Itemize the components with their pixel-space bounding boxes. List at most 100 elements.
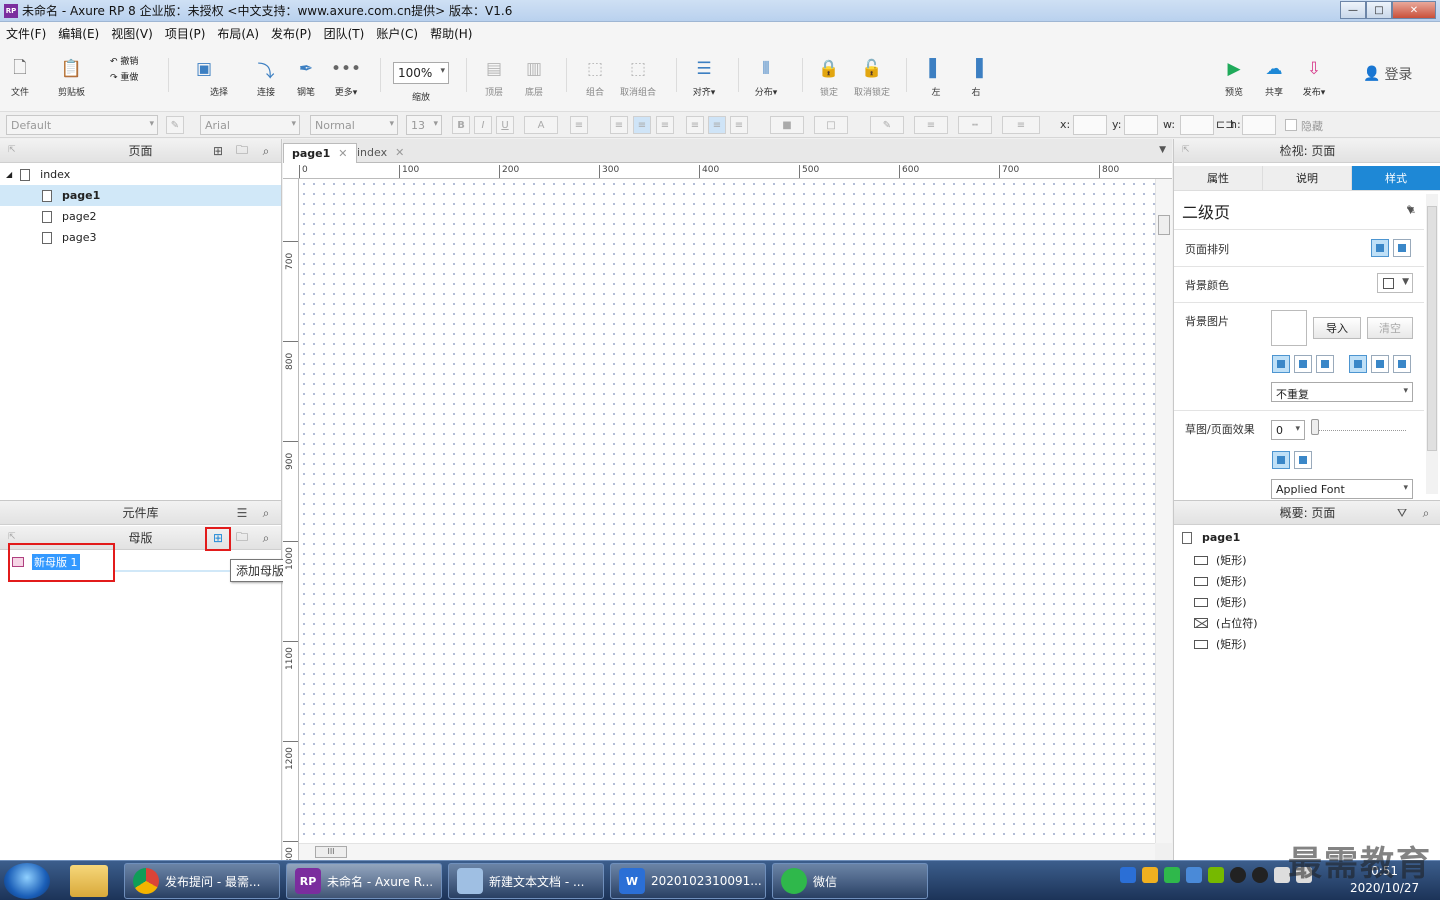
inspector-scrollbar[interactable] [1426, 194, 1438, 494]
menu-account[interactable]: 账户(C) [370, 25, 424, 42]
style-select[interactable]: Default [6, 115, 158, 135]
arrow-style-icon[interactable]: ≡ [1002, 116, 1040, 134]
more-tool[interactable]: ••• 更多▾ [331, 56, 361, 98]
bold-button[interactable]: B [452, 116, 470, 134]
collapse-triangle-icon[interactable]: ◢ [6, 170, 12, 179]
tray-app-icon[interactable] [1142, 867, 1158, 883]
distribute-tool[interactable]: ⦀ 分布▾ [754, 56, 778, 98]
applied-font-select[interactable]: Applied Font [1271, 479, 1413, 499]
line-style-icon[interactable]: ┅ [958, 116, 992, 134]
bg-align-middle-icon[interactable] [1371, 355, 1389, 373]
redo-button[interactable]: ↷ 重做 [110, 70, 138, 86]
shadow-icon[interactable]: □ [814, 116, 848, 134]
style-manager-icon[interactable]: ✎ [166, 116, 184, 134]
menu-publish[interactable]: 发布(P) [265, 25, 318, 42]
vertical-scroll-thumb[interactable] [1158, 215, 1170, 235]
pin-icon[interactable]: ⇱ [8, 145, 16, 155]
font-size-select[interactable]: 13 [406, 115, 442, 135]
ungroup-tool[interactable]: ⬚ 取消组合 [620, 56, 656, 98]
file-explorer-icon[interactable] [70, 865, 108, 897]
page-style-select[interactable]: 二级页 ▼ [1182, 199, 1414, 223]
page-tree-item-page2[interactable]: page2 [0, 206, 281, 227]
outline-item[interactable]: (矩形) [1194, 636, 1247, 652]
italic-button[interactable]: I [474, 116, 492, 134]
align-center-page-icon[interactable] [1393, 239, 1411, 257]
tab-page1[interactable]: page1 ✕ [283, 143, 357, 163]
grayscale-image-icon[interactable] [1294, 451, 1312, 469]
inspector-scroll-thumb[interactable] [1427, 206, 1437, 451]
clear-button[interactable]: 清空 [1367, 317, 1413, 339]
add-folder-icon[interactable]: 🗀 [233, 529, 251, 547]
align-tool[interactable]: ☰ 对齐▾ [692, 56, 716, 98]
page-tree-item-page3[interactable]: page3 [0, 227, 281, 248]
bg-color-picker[interactable]: ▼ [1377, 273, 1413, 293]
pin-icon[interactable]: ⇱ [8, 532, 16, 542]
y-input[interactable] [1124, 115, 1158, 135]
tab-notes[interactable]: 说明 [1263, 166, 1352, 190]
font-family-select[interactable]: Arial [200, 115, 300, 135]
menu-team[interactable]: 团队(T) [318, 25, 371, 42]
qq-icon[interactable] [1252, 867, 1268, 883]
ime-icon[interactable] [1120, 867, 1136, 883]
hide-checkbox[interactable] [1285, 119, 1297, 131]
page-tree-item-page1[interactable]: page1 [0, 185, 281, 206]
bg-align-right-icon[interactable] [1316, 355, 1334, 373]
sketch-value-input[interactable]: 0 [1271, 420, 1305, 440]
text-color-button[interactable]: A [524, 116, 558, 134]
align-right-icon[interactable]: ≡ [656, 116, 674, 134]
bg-repeat-select[interactable]: 不重复 [1271, 382, 1413, 402]
line-width-icon[interactable]: ≡ [914, 116, 948, 134]
start-button[interactable] [4, 863, 50, 899]
outline-item[interactable]: (矩形) [1194, 573, 1247, 589]
close-tab-icon[interactable]: ✕ [395, 146, 404, 160]
w-input[interactable] [1180, 115, 1214, 135]
valign-top-icon[interactable]: ≡ [686, 116, 704, 134]
close-button[interactable]: ✕ [1392, 1, 1436, 19]
x-input[interactable] [1073, 115, 1107, 135]
bullet-list-icon[interactable]: ≡ [570, 116, 588, 134]
valign-middle-icon[interactable]: ≡ [708, 116, 726, 134]
underline-button[interactable]: U [496, 116, 514, 134]
sketch-slider-track[interactable] [1314, 430, 1406, 431]
menu-help[interactable]: 帮助(H) [424, 25, 478, 42]
bg-align-bottom-icon[interactable] [1393, 355, 1411, 373]
pin-icon[interactable]: ⇱ [1182, 145, 1190, 155]
clipboard-tool[interactable]: 📋 剪贴板 [58, 56, 85, 98]
connect-tool[interactable]: ⤵ 连接 [254, 56, 278, 99]
align-left-page-icon[interactable] [1371, 239, 1389, 257]
search-icon[interactable]: ⌕ [257, 142, 275, 160]
group-tool[interactable]: ⬚ 组合 [583, 56, 607, 98]
file-tool[interactable]: 🗋 文件 [8, 56, 32, 99]
color-image-icon[interactable] [1272, 451, 1290, 469]
menu-file[interactable]: 文件(F) [0, 25, 52, 42]
design-canvas[interactable] [299, 179, 1155, 843]
wechat-tray-icon[interactable] [1164, 867, 1180, 883]
zoom-select[interactable]: 100% [393, 62, 449, 84]
outline-item[interactable]: (矩形) [1194, 594, 1247, 610]
bg-align-top-icon[interactable] [1349, 355, 1367, 373]
tab-index[interactable]: index ✕ [349, 143, 412, 163]
valign-bottom-icon[interactable]: ≡ [730, 116, 748, 134]
line-color-icon[interactable]: ✎ [870, 116, 904, 134]
shield-icon[interactable] [1186, 867, 1202, 883]
outline-item[interactable]: (矩形) [1194, 552, 1247, 568]
fill-color-icon[interactable]: ■ [770, 116, 804, 134]
bg-align-left-icon[interactable] [1272, 355, 1290, 373]
minimize-button[interactable]: — [1340, 1, 1366, 19]
menu-edit[interactable]: 编辑(E) [52, 25, 105, 42]
taskbar-notepad[interactable]: 新建文本文档 - ... [448, 863, 604, 899]
page-tree-item-index[interactable]: ◢ index [0, 164, 281, 185]
close-tab-icon[interactable]: ✕ [338, 147, 347, 160]
nvidia-icon[interactable] [1208, 867, 1224, 883]
login-button[interactable]: 👤 登录 [1363, 64, 1412, 84]
search-icon[interactable]: ⌕ [1417, 504, 1435, 522]
sketch-slider-handle[interactable] [1311, 419, 1319, 435]
send-bottom-tool[interactable]: ▥ 底层 [522, 56, 546, 98]
add-page-icon[interactable]: ⊞ [209, 142, 227, 160]
search-icon[interactable]: ⌕ [257, 529, 275, 547]
import-button[interactable]: 导入 [1313, 317, 1361, 339]
right-panel-toggle[interactable]: ▐ 右 [964, 56, 988, 98]
taskbar-chrome[interactable]: 发布提问 - 最需... [124, 863, 280, 899]
canvas-horizontal-scrollbar[interactable]: III [299, 843, 1155, 860]
font-weight-select[interactable]: Normal [310, 115, 398, 135]
